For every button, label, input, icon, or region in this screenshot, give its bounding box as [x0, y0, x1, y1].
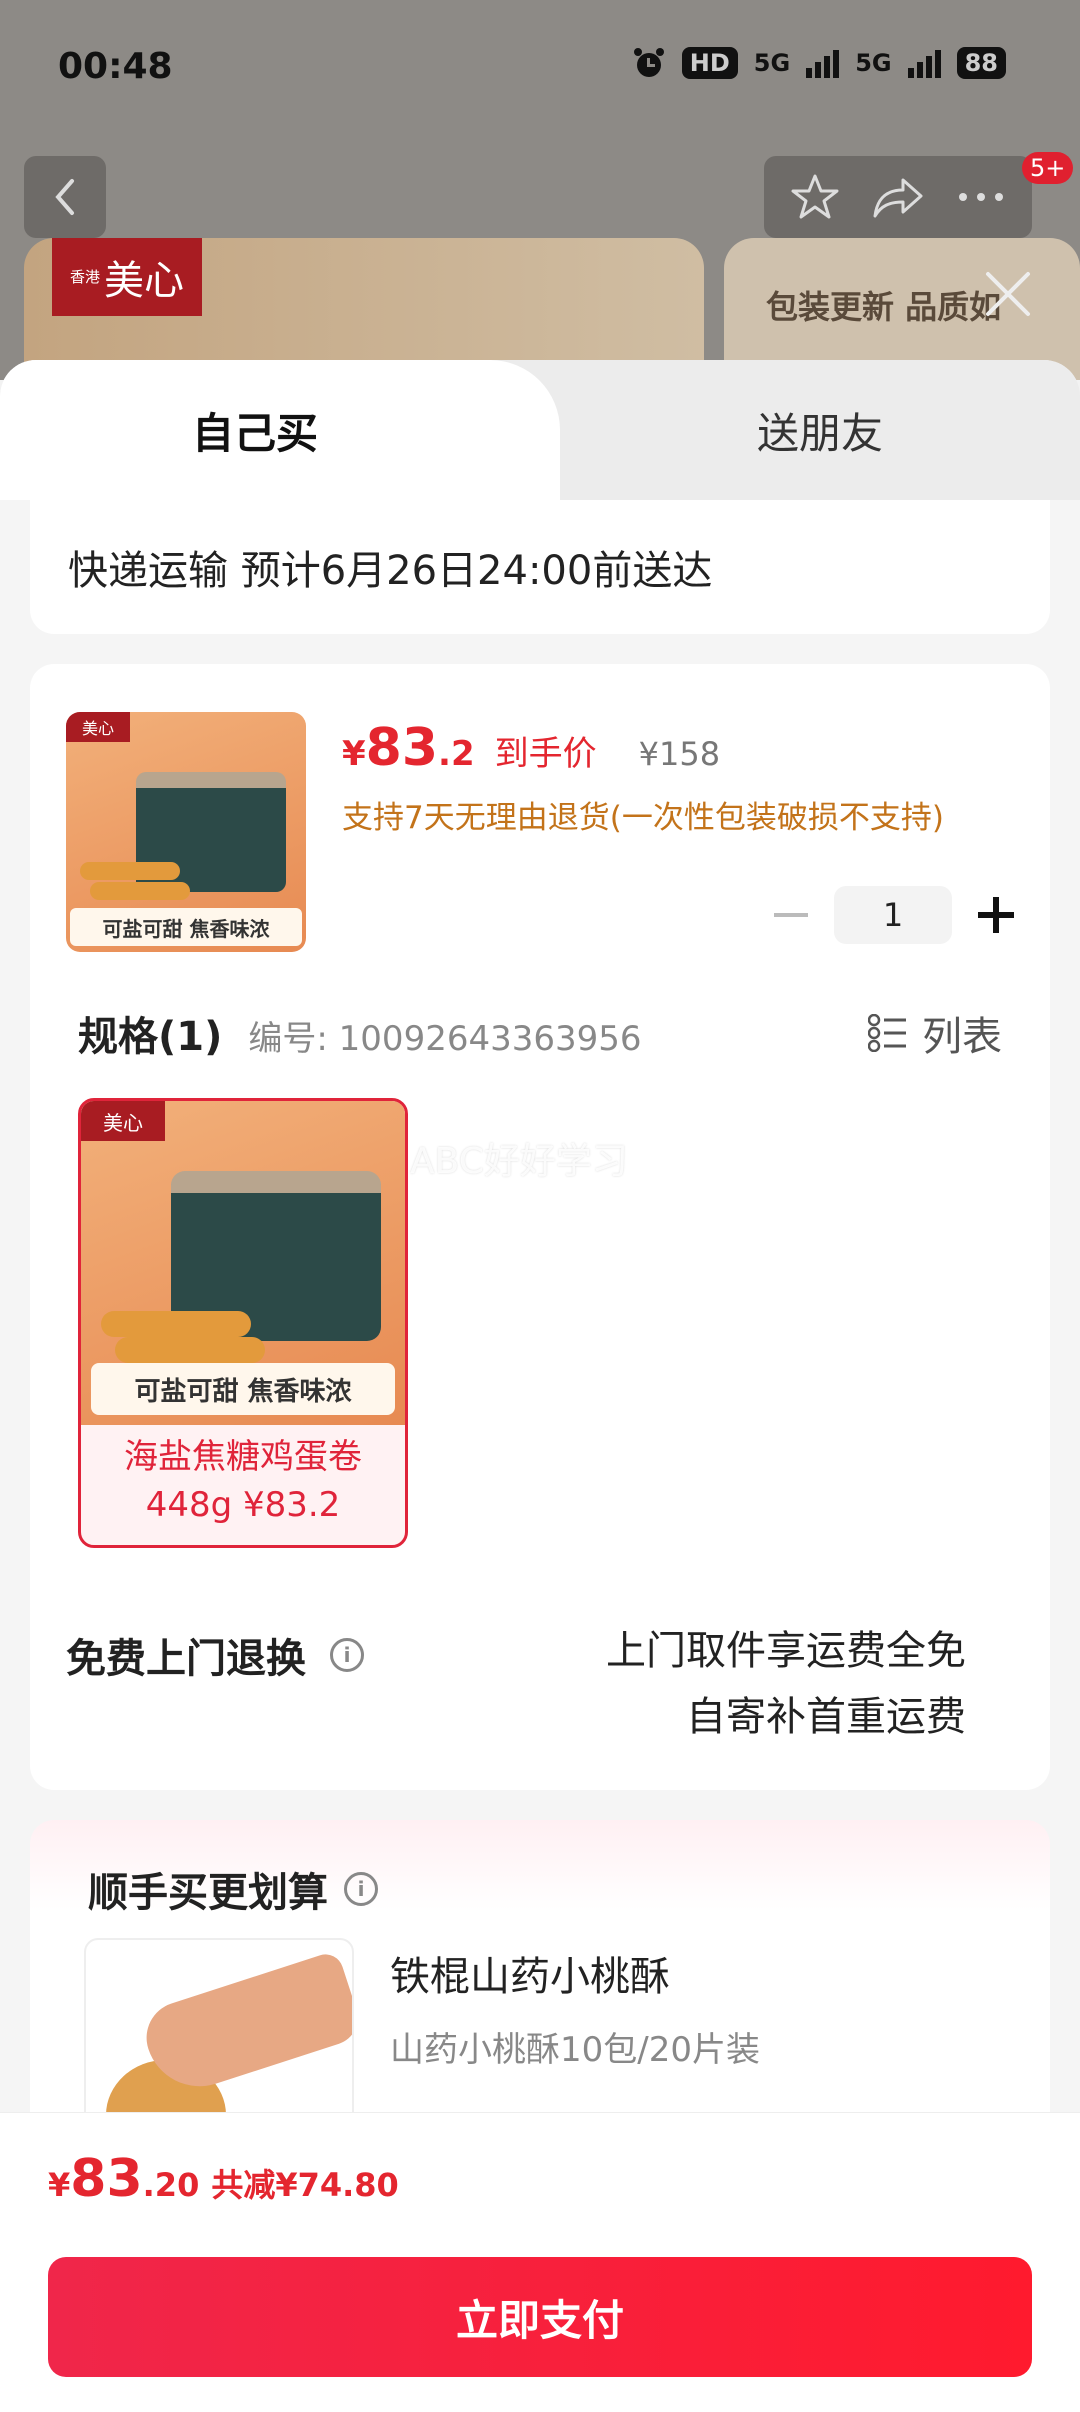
free-return-details: 上门取件享运费全免 自寄补首重运费	[606, 1618, 966, 1750]
free-return-title: 免费上门退换	[66, 1636, 306, 1682]
hand-graphic	[137, 1949, 352, 2101]
share-icon[interactable]	[871, 174, 925, 220]
hd-indicator: HD	[681, 47, 738, 79]
info-icon[interactable]: i	[344, 1872, 378, 1906]
product-thumbnail-label: 可盐可甜 焦香味浓	[70, 908, 302, 946]
final-price: ¥83.2	[342, 718, 475, 778]
chevron-left-icon	[55, 179, 74, 215]
final-price-decimal: .2	[438, 734, 475, 774]
more-icon[interactable]	[956, 190, 1006, 204]
brand-logo: 香港 美心	[52, 238, 202, 316]
price-line: ¥83.2 到手价 ¥158	[342, 718, 720, 778]
star-icon[interactable]	[790, 172, 840, 222]
free-return-line1: 上门取件享运费全免	[606, 1628, 966, 1674]
upsell-title-text: 顺手买更划算	[88, 1870, 328, 1916]
decrease-button[interactable]	[774, 913, 808, 917]
status-bar: 00:48 HD 5G 5G 88	[0, 0, 1080, 130]
network-label-1: 5G	[753, 49, 791, 77]
brand-logo-mini: 美心	[81, 1101, 165, 1141]
purchase-sheet: 送朋友 自己买 快递运输 预计6月26日24:00前送达 美心 可盐可甜 焦香味…	[0, 360, 1080, 2412]
spec-option-name-line1: 海盐焦糖鸡蛋卷	[124, 1437, 362, 1477]
background-banner-text: 包装更新 品质如	[766, 288, 1002, 326]
egg-roll-graphic	[101, 1311, 251, 1337]
status-icons: HD 5G 5G 88	[632, 46, 1006, 80]
watermark-text: ABC好好学习	[410, 1141, 628, 1182]
egg-roll-graphic	[115, 1337, 265, 1363]
total-decimal: .20	[142, 2166, 200, 2204]
back-button[interactable]	[24, 156, 106, 238]
final-price-integer: 83	[365, 718, 439, 778]
purchase-tabs: 送朋友 自己买	[0, 360, 1080, 500]
upsell-title: 顺手买更划算 i	[88, 1860, 378, 1918]
signal-icon-2	[907, 48, 941, 78]
bottom-bar: ¥83.20 共减¥74.80 立即支付	[0, 2112, 1080, 2412]
spec-code: 编号: 10092643363956	[248, 1019, 642, 1059]
list-label: 列表	[922, 1014, 1002, 1060]
original-price: ¥158	[638, 735, 721, 773]
tab-gift[interactable]: 送朋友	[560, 360, 1080, 500]
quantity-stepper: 1	[774, 886, 1014, 944]
egg-roll-graphic	[80, 862, 180, 880]
brand-logo-mini: 美心	[66, 712, 130, 742]
tab-self-buy[interactable]: 自己买	[0, 360, 560, 500]
spec-option-selected[interactable]: 美心 可盐可甜 焦香味浓 海盐焦糖鸡蛋卷 448g ¥83.2	[78, 1098, 408, 1548]
signal-icon-1	[806, 48, 840, 78]
status-time: 00:48	[58, 46, 173, 87]
network-label-2: 5G	[855, 49, 892, 77]
battery-icon: 88	[956, 47, 1006, 79]
pay-now-button[interactable]: 立即支付	[48, 2257, 1032, 2377]
spec-header: 规格(1) 编号: 10092643363956	[78, 1004, 642, 1062]
free-return-line2: 自寄补首重运费	[686, 1694, 966, 1740]
final-price-currency: ¥	[342, 734, 366, 774]
total-currency: ¥	[48, 2166, 71, 2204]
spec-option-image: 美心 可盐可甜 焦香味浓	[81, 1101, 405, 1425]
info-icon[interactable]: i	[330, 1638, 364, 1672]
spec-option-name: 海盐焦糖鸡蛋卷 448g ¥83.2	[81, 1433, 405, 1529]
upsell-item-name[interactable]: 铁棍山药小桃酥	[390, 1944, 670, 2002]
total-price: ¥83.20 共减¥74.80	[48, 2149, 399, 2209]
discount-total: 共减¥74.80	[211, 2166, 399, 2204]
return-policy-note: 支持7天无理由退货(一次性包装破损不支持)	[342, 800, 944, 836]
increase-button[interactable]	[978, 897, 1014, 933]
message-badge: 5+	[1022, 152, 1074, 184]
free-return-row: 免费上门退换 i	[66, 1626, 364, 1684]
delivery-info: 快递运输 预计6月26日24:00前送达	[30, 500, 1050, 634]
list-view-toggle[interactable]: 列表	[868, 1004, 1002, 1062]
upsell-item-desc: 山药小桃酥10包/20片装	[390, 2030, 760, 2070]
alarm-icon	[633, 48, 664, 77]
product-thumbnail: 美心 可盐可甜 焦香味浓	[66, 712, 306, 952]
final-price-tag: 到手价	[494, 734, 597, 774]
spec-title: 规格(1)	[78, 1014, 223, 1060]
quantity-input[interactable]: 1	[834, 886, 952, 944]
product-card: 美心 可盐可甜 焦香味浓 ¥83.2 到手价 ¥158 支持7天无理由退货(一次…	[30, 664, 1050, 1790]
brand-logo-small-text: 香港	[69, 267, 100, 286]
close-icon[interactable]	[982, 268, 1034, 320]
list-icon	[868, 1014, 906, 1052]
total-integer: 83	[70, 2149, 143, 2209]
spec-option-name-line2: 448g ¥83.2	[145, 1485, 341, 1525]
brand-logo-main-text: 美心	[104, 258, 184, 304]
egg-roll-graphic	[90, 882, 190, 900]
top-actions	[764, 156, 1032, 238]
spec-option-image-label: 可盐可甜 焦香味浓	[91, 1363, 395, 1415]
